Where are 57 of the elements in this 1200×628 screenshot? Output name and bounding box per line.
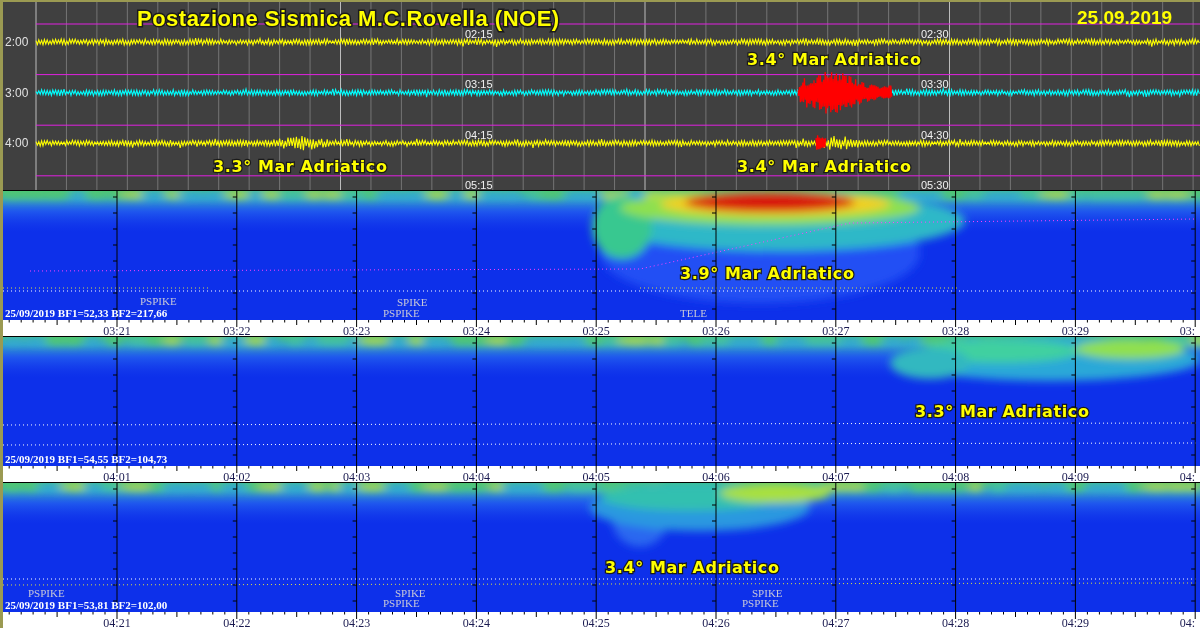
- time-label: 05:15: [465, 179, 493, 190]
- marker-label: PSPIKE: [383, 307, 420, 319]
- axis-label: 03:21: [103, 324, 131, 336]
- axis-label: 04:: [1179, 470, 1196, 482]
- hour-label: 4:00: [5, 136, 29, 151]
- axis-label: 04:28: [941, 616, 970, 628]
- axis-label: 03:24: [462, 324, 491, 336]
- time-label: 05:30: [921, 179, 949, 190]
- marker-label: PSPIKE: [383, 597, 420, 609]
- time-label: 04:15: [465, 128, 493, 141]
- marker-label: SPIKE: [397, 296, 428, 308]
- axis-label: 04:: [1179, 616, 1196, 628]
- axis-label: 04:04: [462, 470, 491, 482]
- event-label: 3.4° Mar Adriatico: [737, 157, 912, 176]
- marker-label: PSPIKE: [742, 597, 779, 609]
- axis-label: 03:23: [342, 324, 371, 336]
- axis-label: 03:27: [822, 324, 850, 336]
- axis-label: 03:26: [702, 324, 730, 336]
- marker-label: TELE: [680, 307, 707, 319]
- marker-label: PSPIKE: [140, 295, 177, 307]
- axis-label: 04:26: [702, 616, 730, 628]
- record-date: 25.09.2019: [1077, 7, 1173, 28]
- axis-label: 03:22: [223, 324, 251, 336]
- marker-label: PSPIKE: [28, 587, 65, 599]
- axis-label: 04:27: [822, 616, 850, 628]
- axis-label: 03:28: [941, 324, 970, 336]
- time-label: 02:15: [465, 27, 493, 40]
- axis-label: 04:22: [223, 616, 251, 628]
- axis-label: 04:24: [462, 616, 491, 628]
- time-label: 03:15: [465, 78, 493, 91]
- marker-label: SPIKE: [752, 587, 783, 599]
- axis-label: 04:07: [822, 470, 850, 482]
- axis-label: 04:06: [702, 470, 730, 482]
- axis-label: 04:02: [223, 470, 251, 482]
- axis-label: 04:21: [103, 616, 131, 628]
- hour-label: 2:00: [5, 35, 29, 49]
- axis-label: 04:09: [1061, 470, 1090, 482]
- hour-label: 3:00: [5, 85, 29, 100]
- axis-label: 03:29: [1061, 324, 1090, 336]
- event-label: 3.4° Mar Adriatico: [747, 50, 922, 69]
- axis-label: 04:05: [582, 470, 610, 482]
- axis-label: 04:03: [342, 470, 371, 482]
- filter-info: 25/09/2019 BF1=54,55 BF2=104,73: [5, 453, 168, 465]
- time-label: 03:30: [921, 78, 949, 91]
- event-label: 3.4° Mar Adriatico: [605, 558, 780, 577]
- time-label: 02:30: [921, 27, 949, 40]
- axis-label: 04:25: [582, 616, 610, 628]
- axis-label: 04:08: [941, 470, 970, 482]
- time-label: 04:30: [921, 128, 949, 141]
- axis-label: 03:: [1179, 324, 1196, 336]
- axis-label: 04:01: [103, 470, 131, 482]
- marker-label: SPIKE: [395, 587, 426, 599]
- axis-label: 04:23: [342, 616, 371, 628]
- filter-info: 25/09/2019 BF1=52,33 BF2=217,66: [5, 307, 168, 319]
- axis-label: 03:25: [582, 324, 610, 336]
- axis-label: 04:29: [1061, 616, 1090, 628]
- filter-info: 25/09/2019 BF1=53,81 BF2=102,00: [5, 599, 168, 611]
